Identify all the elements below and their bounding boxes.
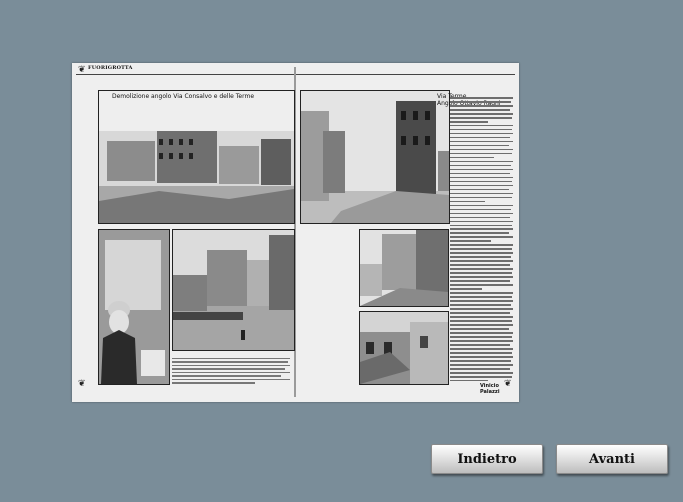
photo-street-scene xyxy=(172,229,295,351)
article-text-column xyxy=(450,97,513,391)
magazine-spread-image: FUORIGROTTA ❦ ❦ ❦ Demolizione angolo Via… xyxy=(72,63,519,402)
photo-caption-demolition: Demolizione angolo Via Consalvo e delle … xyxy=(112,93,255,100)
caption-text-block xyxy=(172,358,290,388)
magazine-viewer: FUORIGROTTA ❦ ❦ ❦ Demolizione angolo Via… xyxy=(0,0,683,502)
article-author: Vinicio Palazzi xyxy=(480,383,500,395)
photo-portrait-man xyxy=(98,229,170,385)
next-button[interactable]: Avanti xyxy=(556,444,668,474)
back-button[interactable]: Indietro xyxy=(431,444,543,474)
corner-ornament-icon: ❦ xyxy=(78,379,86,389)
magazine-header: FUORIGROTTA xyxy=(88,65,133,71)
photo-apartment-street xyxy=(359,229,449,307)
photo-demolition xyxy=(98,90,295,224)
photo-old-houses xyxy=(359,311,449,385)
corner-ornament-icon: ❦ xyxy=(78,65,86,75)
photo-via-terme xyxy=(300,90,450,224)
